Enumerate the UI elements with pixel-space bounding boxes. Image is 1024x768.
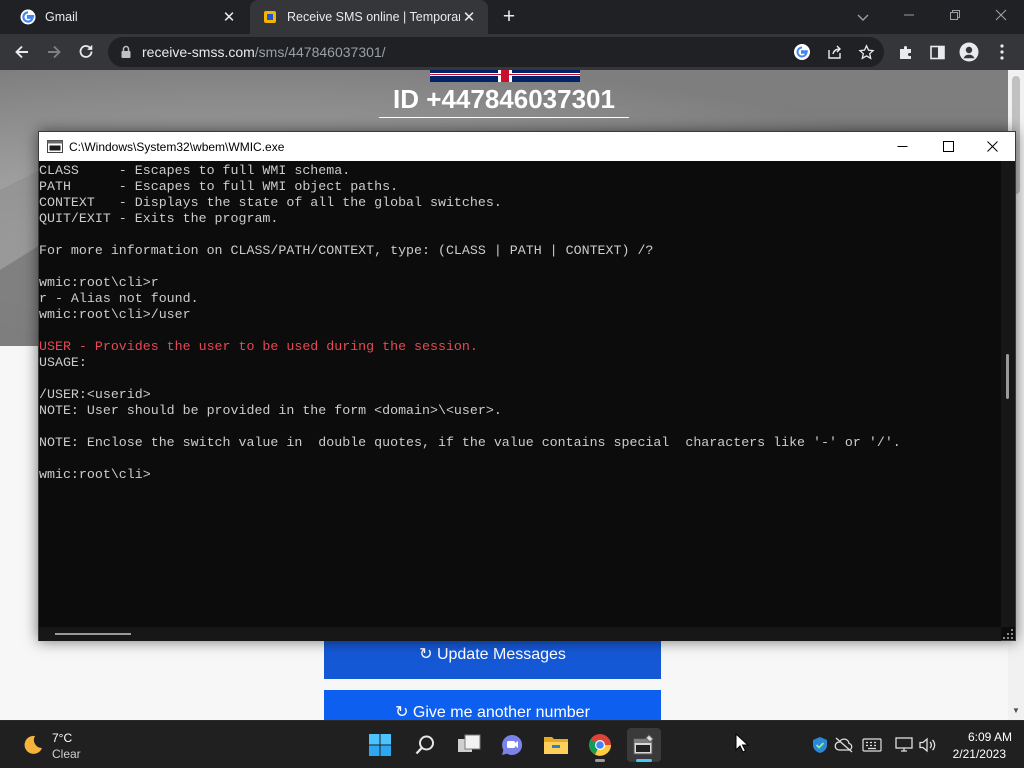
- chrome-icon[interactable]: [583, 728, 617, 762]
- console-app-icon: [47, 140, 63, 156]
- close-tab-icon[interactable]: ✕: [460, 8, 478, 26]
- restore-icon[interactable]: [932, 0, 978, 30]
- console-vertical-scrollbar-thumb[interactable]: [1006, 354, 1009, 399]
- console-line: wmic:root\cli>r: [39, 275, 159, 290]
- lock-icon[interactable]: [120, 45, 132, 64]
- close-tab-icon[interactable]: ✕: [220, 8, 238, 26]
- task-view-icon[interactable]: [452, 728, 486, 762]
- browser-tab-strip: Gmail ✕ Receive SMS online | Temporary ✕…: [0, 0, 1024, 34]
- console-line: CONTEXT - Displays the state of all the …: [39, 195, 502, 210]
- console-line: QUIT/EXIT - Exits the program.: [39, 211, 279, 226]
- extensions-puzzle-icon[interactable]: [892, 38, 920, 66]
- clock-date[interactable]: 2/21/2023: [944, 747, 1006, 761]
- network-icon[interactable]: [894, 735, 914, 755]
- site-favicon-icon: [262, 9, 278, 25]
- tab-receive-sms[interactable]: Receive SMS online | Temporary ✕: [250, 0, 488, 34]
- uk-flag-icon: [430, 70, 580, 82]
- console-line: PATH - Escapes to full WMI object paths.: [39, 179, 399, 194]
- mouse-cursor-icon: [735, 732, 750, 758]
- console-title-bar[interactable]: C:\Windows\System32\wbem\WMIC.exe: [39, 132, 1015, 161]
- back-arrow-icon[interactable]: [8, 38, 36, 66]
- wmic-console-window[interactable]: C:\Windows\System32\wbem\WMIC.exe CLASS …: [38, 131, 1016, 641]
- console-line: NOTE: User should be provided in the for…: [39, 403, 502, 418]
- resize-grip-icon[interactable]: [1001, 627, 1015, 641]
- console-maximize-icon[interactable]: [925, 132, 971, 161]
- keyboard-icon[interactable]: [862, 735, 882, 755]
- scroll-down-arrow-icon[interactable]: ▼: [1008, 706, 1024, 715]
- teams-chat-icon[interactable]: [495, 728, 529, 762]
- url-host: receive-smss.com: [142, 44, 255, 60]
- windows-security-icon[interactable]: [810, 735, 830, 755]
- close-window-icon[interactable]: [978, 0, 1024, 30]
- more-menu-icon[interactable]: [988, 38, 1016, 66]
- console-line: r - Alias not found.: [39, 291, 199, 306]
- console-line: /USER:<userid>: [39, 387, 151, 402]
- browser-toolbar: receive-smss.com/sms/447846037301/: [0, 34, 1024, 70]
- another-number-button[interactable]: ↻ Give me another number: [324, 690, 661, 720]
- share-icon[interactable]: [824, 42, 844, 62]
- tab-title: Receive SMS online | Temporary: [287, 10, 460, 24]
- url-path: /sms/447846037301/: [254, 44, 386, 60]
- console-horizontal-scrollbar[interactable]: [39, 627, 1001, 641]
- console-horizontal-scrollbar-thumb[interactable]: [55, 633, 131, 635]
- console-line: USER - Provides the user to be used duri…: [39, 339, 478, 354]
- moon-weather-icon[interactable]: [20, 733, 44, 762]
- address-bar[interactable]: receive-smss.com/sms/447846037301/: [108, 37, 884, 67]
- google-lens-icon[interactable]: [792, 42, 812, 62]
- tab-search-chevron-icon[interactable]: [852, 8, 874, 26]
- console-line: NOTE: Enclose the switch value in double…: [39, 435, 901, 450]
- reload-icon[interactable]: [72, 38, 100, 66]
- minimize-icon[interactable]: [886, 0, 932, 30]
- onedrive-offline-icon[interactable]: [834, 735, 854, 755]
- forward-arrow-icon[interactable]: [40, 38, 68, 66]
- volume-icon[interactable]: [918, 735, 938, 755]
- wmic-console-icon[interactable]: [627, 728, 661, 762]
- clock-time[interactable]: 6:09 AM: [950, 730, 1012, 744]
- weather-condition[interactable]: Clear: [52, 747, 81, 761]
- console-title: C:\Windows\System32\wbem\WMIC.exe: [69, 140, 285, 154]
- console-vertical-scrollbar[interactable]: [1001, 161, 1015, 627]
- console-output[interactable]: CLASS - Escapes to full WMI schema. PATH …: [39, 161, 1001, 627]
- console-line: wmic:root\cli>: [39, 467, 151, 482]
- weather-temperature[interactable]: 7°C: [52, 731, 72, 745]
- phone-number-heading: ID +447846037301: [379, 84, 629, 118]
- console-line: USAGE:: [39, 355, 87, 370]
- tab-title: Gmail: [45, 10, 78, 24]
- console-close-icon[interactable]: [969, 132, 1015, 161]
- bookmark-star-icon[interactable]: [856, 42, 876, 62]
- console-line: CLASS - Escapes to full WMI schema.: [39, 163, 351, 178]
- google-favicon-icon: [20, 9, 36, 25]
- update-messages-button[interactable]: ↻ Update Messages: [324, 640, 661, 679]
- windows-taskbar: 7°C Clear 6:09 AM 2/21/2023: [0, 720, 1024, 768]
- tab-gmail[interactable]: Gmail ✕: [8, 0, 248, 34]
- start-icon[interactable]: [363, 728, 397, 762]
- console-line: wmic:root\cli>/user: [39, 307, 191, 322]
- new-tab-button[interactable]: +: [498, 6, 520, 27]
- url-text[interactable]: receive-smss.com/sms/447846037301/: [142, 44, 386, 60]
- side-panel-icon[interactable]: [923, 38, 951, 66]
- console-minimize-icon[interactable]: [879, 132, 925, 161]
- profile-avatar-icon[interactable]: [955, 38, 983, 66]
- file-explorer-icon[interactable]: [539, 728, 573, 762]
- console-line: For more information on CLASS/PATH/CONTE…: [39, 243, 654, 258]
- search-icon[interactable]: [408, 728, 442, 762]
